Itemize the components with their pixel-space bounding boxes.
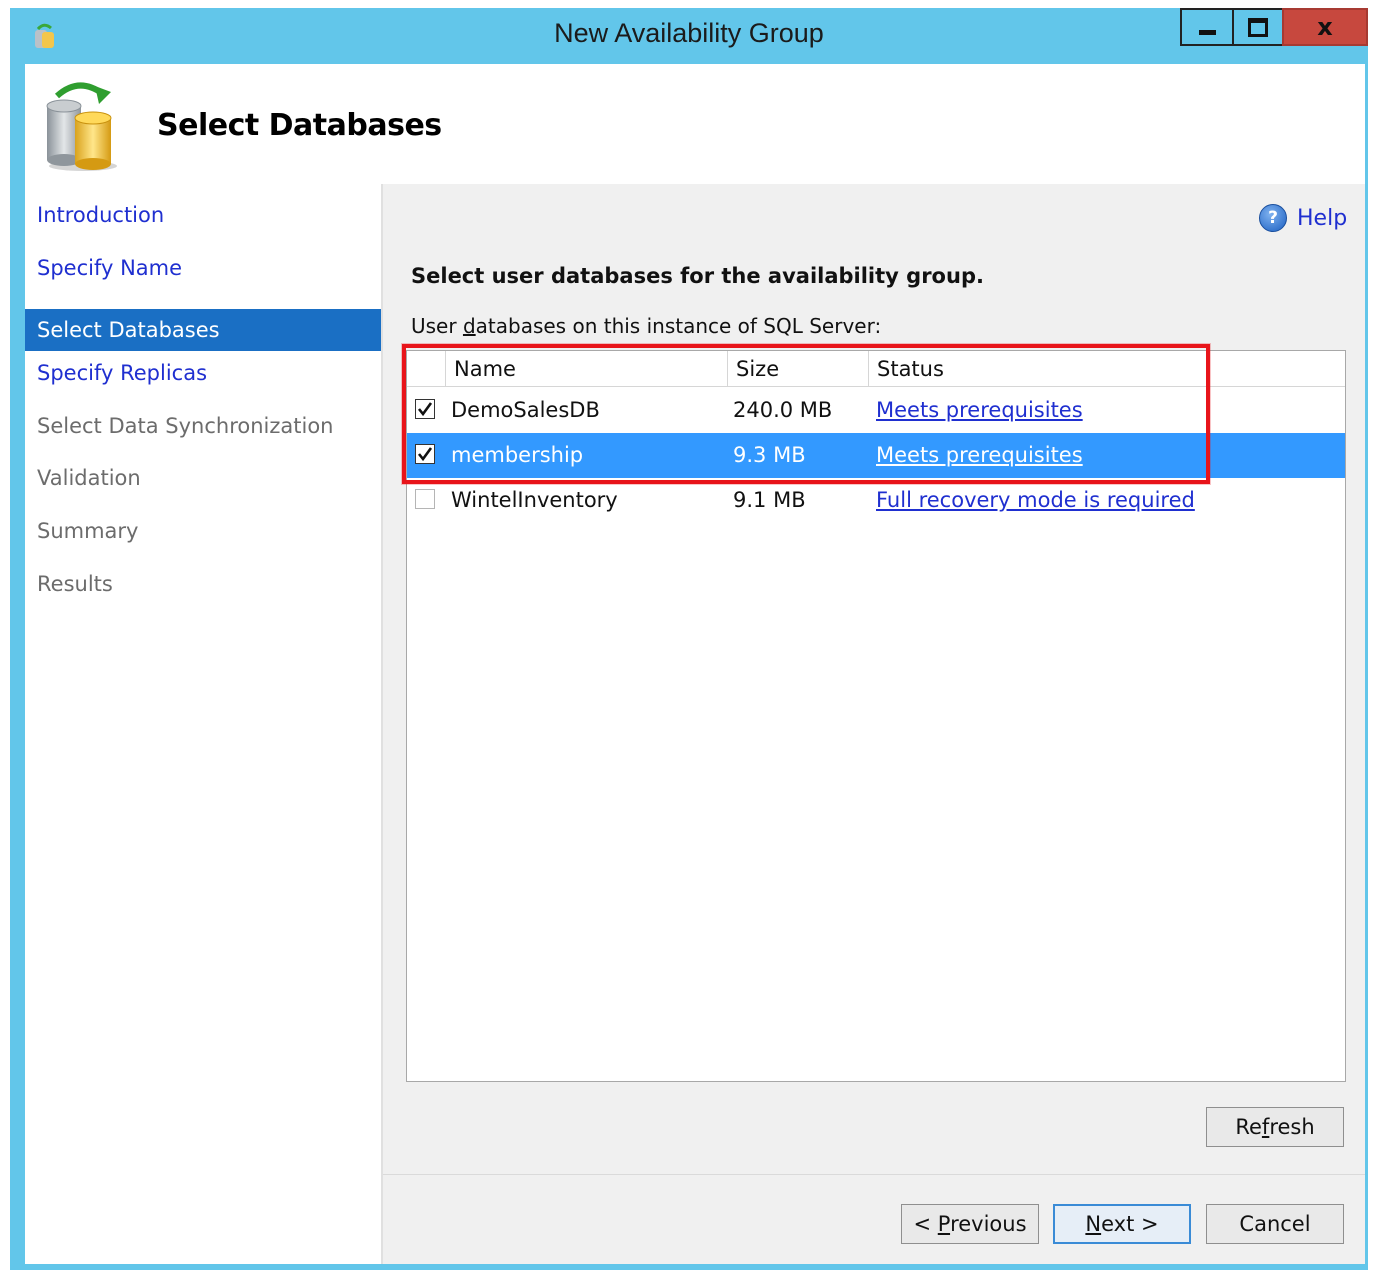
column-header-check[interactable] (407, 351, 445, 386)
table-row-membership[interactable]: membership 9.3 MB Meets prerequisites (407, 433, 1345, 478)
database-sync-icon (46, 82, 117, 171)
close-icon: x (1317, 13, 1333, 41)
checkmark-icon (417, 447, 433, 462)
wizard-nav: Introduction Specify Name Select Databas… (25, 184, 381, 1264)
database-size: 240.0 MB (733, 398, 833, 422)
help-label: Help (1297, 205, 1348, 231)
checkmark-icon (417, 402, 433, 417)
status-link[interactable]: Meets prerequisites (876, 433, 1083, 478)
row-checkbox[interactable] (415, 444, 435, 464)
refresh-button[interactable]: Refresh (1206, 1107, 1344, 1147)
databases-list-label: User databases on this instance of SQL S… (411, 314, 882, 338)
nav-item-introduction[interactable]: Introduction (25, 194, 381, 236)
status-link[interactable]: Meets prerequisites (876, 388, 1083, 433)
wizard-window: New Availability Group x Select Database… (10, 8, 1368, 1270)
help-icon: ? (1259, 204, 1287, 232)
instruction-text: Select user databases for the availabili… (411, 264, 984, 288)
database-size: 9.3 MB (733, 443, 806, 467)
title-bar[interactable]: New Availability Group x (10, 8, 1368, 64)
row-checkbox[interactable] (415, 399, 435, 419)
nav-item-specify-name[interactable]: Specify Name (25, 247, 381, 289)
nav-item-results: Results (37, 572, 113, 596)
minimize-icon (1198, 29, 1216, 35)
column-header-status[interactable]: Status (868, 351, 1345, 386)
maximize-icon (1248, 17, 1268, 37)
database-name: membership (451, 443, 584, 467)
table-row-wintelinventory[interactable]: WintelInventory 9.1 MB Full recovery mod… (407, 478, 1345, 523)
maximize-button[interactable] (1232, 8, 1284, 46)
column-header-name[interactable]: Name (445, 351, 727, 386)
footer-separator (383, 1174, 1365, 1175)
previous-button[interactable]: < Previous (901, 1204, 1039, 1244)
page-header: Select Databases (25, 64, 1365, 184)
cancel-button[interactable]: Cancel (1206, 1204, 1344, 1244)
column-header-size[interactable]: Size (727, 351, 868, 386)
grid-header: Name Size Status (407, 351, 1345, 387)
wizard-client-area: Select Databases Introduction Specify Na… (25, 64, 1365, 1264)
database-name: DemoSalesDB (451, 398, 600, 422)
databases-grid[interactable]: Name Size Status DemoSalesDB 240.0 MB Me… (406, 350, 1346, 1082)
nav-item-select-data-synchronization: Select Data Synchronization (37, 414, 334, 438)
page-title: Select Databases (157, 108, 442, 143)
status-link[interactable]: Full recovery mode is required (876, 478, 1195, 523)
row-checkbox[interactable] (415, 489, 435, 509)
nav-item-select-databases[interactable]: Select Databases (25, 309, 381, 351)
next-button[interactable]: Next > (1053, 1204, 1191, 1244)
minimize-button[interactable] (1180, 8, 1234, 46)
nav-item-validation: Validation (37, 466, 141, 490)
database-name: WintelInventory (451, 488, 618, 512)
table-row-demosalesdb[interactable]: DemoSalesDB 240.0 MB Meets prerequisites (407, 388, 1345, 433)
close-button[interactable]: x (1282, 8, 1368, 46)
nav-item-summary: Summary (37, 519, 139, 543)
wizard-content: ? Help Select user databases for the ava… (381, 184, 1365, 1264)
database-size: 9.1 MB (733, 488, 806, 512)
help-link[interactable]: ? Help (1259, 204, 1347, 232)
window-title: New Availability Group (554, 18, 824, 48)
nav-item-specify-replicas[interactable]: Specify Replicas (25, 352, 381, 394)
